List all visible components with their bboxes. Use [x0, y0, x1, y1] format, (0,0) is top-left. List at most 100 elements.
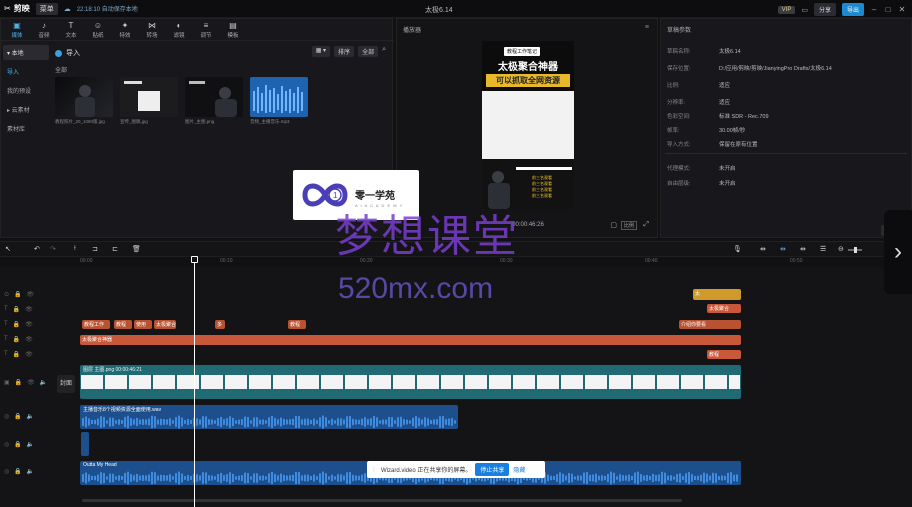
lock-icon[interactable]: 🔒	[13, 321, 20, 328]
undo-icon[interactable]: ↶	[34, 245, 40, 253]
tool-adjust[interactable]: ≡ 调节	[194, 21, 218, 39]
more-icon[interactable]: ≡	[645, 24, 649, 31]
text-clip[interactable]: 教程工作	[82, 320, 110, 329]
prop-row: 帧率: 30.00帧/秒	[667, 126, 745, 134]
eye-icon[interactable]: 👁	[25, 321, 33, 328]
screen-share-notice: ⋮ Wizard.video 正在共享你的屏幕。 停止共享 隐藏	[367, 461, 545, 478]
preview-tag: 教程工作笔记	[504, 47, 541, 56]
main-video-clip[interactable]: 图层 主图.png 00:00:46:21	[80, 365, 741, 399]
sticker-clip[interactable]: 太	[693, 289, 741, 300]
crop-icon[interactable]: ▢	[610, 221, 617, 229]
nav-import[interactable]: 导入	[3, 64, 49, 79]
nav-local[interactable]: ▾ 本地	[3, 45, 49, 60]
stop-share-button[interactable]: 停止共享	[475, 463, 510, 476]
sort-button[interactable]: 排序	[334, 46, 355, 57]
mic-icon[interactable]: 🎙	[733, 245, 742, 253]
hide-button[interactable]: 隐藏	[513, 465, 525, 474]
import-button[interactable]: 导入	[55, 48, 80, 58]
next-arrow-icon[interactable]: ›	[884, 210, 912, 294]
text-clip[interactable]: 教程	[707, 350, 741, 359]
prop-value: 标准 SDR - Rec.709	[719, 114, 769, 120]
player-title: 播放器	[403, 28, 422, 34]
lock-icon[interactable]: 🔒	[13, 351, 20, 358]
filter-all-button[interactable]: 全部	[358, 46, 379, 57]
tool-effects[interactable]: ✦ 特效	[113, 21, 137, 39]
eye-icon[interactable]: 👁	[27, 379, 35, 386]
text-clip[interactable]: 太极聚合神器	[154, 320, 176, 329]
minimize-icon[interactable]: –	[870, 5, 878, 14]
magnet-icon[interactable]: ⇹	[780, 245, 786, 253]
text-clip[interactable]: 多	[215, 320, 225, 329]
lock-icon[interactable]: 🔒	[14, 468, 21, 475]
drag-handle-icon[interactable]: ⋮	[371, 466, 377, 473]
split-icon[interactable]: ⟊	[74, 245, 76, 253]
text-clip[interactable]: 介绍你要看	[679, 320, 741, 329]
select-tool-icon[interactable]: ↖	[5, 245, 11, 253]
tool-template[interactable]: ▤ 模板	[221, 21, 245, 39]
tool-filter[interactable]: ◐ 滤镜	[167, 21, 191, 39]
nav-library[interactable]: 素材库	[3, 121, 49, 136]
tool-text[interactable]: T 文本	[59, 21, 83, 39]
cover-button[interactable]: 封面	[57, 375, 75, 393]
delete-icon[interactable]: 🗑	[132, 245, 141, 253]
text-clip-main[interactable]: 太极聚合神器	[80, 335, 741, 345]
sfx-audio-clip[interactable]	[81, 432, 89, 456]
eye-icon[interactable]: 👁	[25, 336, 33, 343]
vip-button[interactable]: VIP	[777, 5, 796, 14]
media-item[interactable]: 宣传_图稿.jpg	[120, 77, 178, 125]
close-icon[interactable]: ✕	[898, 5, 906, 14]
audio-track-icon: ◎	[4, 442, 10, 448]
split-left-icon[interactable]: ⊐	[92, 245, 98, 253]
eye-icon[interactable]: 👁	[25, 306, 33, 313]
link-icon[interactable]: ⇹	[760, 245, 766, 253]
lock-icon[interactable]: 🔒	[14, 291, 21, 298]
layout-icon[interactable]: ▭	[801, 6, 808, 14]
tool-media[interactable]: ▣ 媒体	[5, 21, 29, 39]
preview-axis-icon[interactable]: ⇹	[800, 245, 806, 253]
view-toggle-button[interactable]: ▦ ▾	[311, 46, 331, 57]
nav-presets[interactable]: 我的预设	[3, 83, 49, 98]
mute-icon[interactable]: 🔈	[27, 468, 34, 475]
nav-cloud[interactable]: ▸ 云素材	[3, 102, 49, 117]
mute-icon[interactable]: 🔈	[27, 441, 34, 448]
lock-icon[interactable]: 🔒	[14, 413, 21, 420]
fullscreen-icon[interactable]: ⤢	[643, 221, 649, 229]
search-icon[interactable]: ⌕	[382, 46, 386, 57]
timeline-scrollbar[interactable]	[82, 499, 682, 502]
all-label: 全部	[55, 68, 68, 74]
ratio-button[interactable]: 比例	[620, 221, 637, 230]
lock-icon[interactable]: 🔒	[14, 441, 21, 448]
lock-icon[interactable]: 🔒	[13, 336, 20, 343]
mute-icon[interactable]: 🔈	[27, 413, 34, 420]
lock-icon[interactable]: 🔒	[13, 306, 20, 313]
lock-icon[interactable]: 🔒	[15, 379, 22, 386]
media-item[interactable]: 图片_主图.png	[185, 77, 243, 125]
split-right-icon[interactable]: ⊏	[112, 245, 118, 253]
media-item[interactable]: 音频_主播音乐.mp3	[250, 77, 308, 125]
export-button[interactable]: 导出	[841, 3, 864, 16]
mute-icon[interactable]: 🔈	[40, 379, 47, 386]
voice-audio-clip[interactable]: 主播音乐8个视频资源全面使用.wav	[80, 405, 458, 429]
maximize-icon[interactable]: □	[884, 5, 892, 14]
text-clip[interactable]: 使用	[134, 320, 152, 329]
share-button[interactable]: 分享	[813, 3, 836, 16]
eye-icon[interactable]: 👁	[25, 351, 33, 358]
tool-transition[interactable]: ⋈ 转场	[140, 21, 164, 39]
media-item[interactable]: 教程照片_20_1080版.jpg	[55, 77, 113, 125]
tool-audio[interactable]: ♪ 音频	[32, 21, 56, 39]
lock-icon[interactable]: ⊙	[4, 291, 9, 298]
text-clip[interactable]: 太极聚合	[707, 304, 741, 313]
prop-row: 草稿名称: 太极6.14	[667, 47, 741, 55]
text-clip[interactable]: 教程	[288, 320, 306, 329]
zoom-out-icon[interactable]: ⊖	[838, 245, 844, 253]
video-preview[interactable]: 教程工作笔记 太极聚合神器 可以抓取全网资源 前三名观看 前三名观看 前三名观看…	[482, 41, 574, 209]
text-clip[interactable]: 教程	[114, 320, 132, 329]
tool-sticker[interactable]: ☺ 贴纸	[86, 21, 110, 39]
redo-icon[interactable]: ↷	[50, 245, 56, 253]
playhead-handle[interactable]	[191, 256, 198, 263]
zoom-slider[interactable]	[848, 247, 862, 253]
menu-button[interactable]: 菜单	[35, 2, 58, 15]
align-icon[interactable]: ☰	[820, 245, 826, 253]
playhead[interactable]	[194, 257, 195, 507]
eye-icon[interactable]: 👁	[27, 291, 35, 298]
